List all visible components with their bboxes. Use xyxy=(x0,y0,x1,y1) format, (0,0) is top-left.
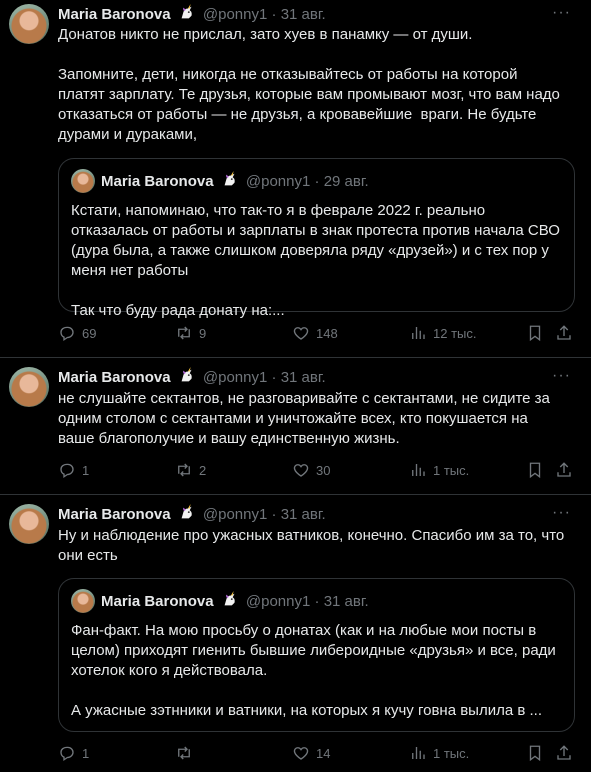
quoted-author-handle: @ponny1 xyxy=(245,593,311,610)
like-button[interactable]: 30 xyxy=(292,461,330,479)
tweet-date[interactable]: 31 авг. xyxy=(281,506,326,523)
quoted-text: Фан-факт. На мою просьбу о донатах (как … xyxy=(71,622,556,719)
tweet-date[interactable]: 31 авг. xyxy=(281,6,326,23)
author-handle[interactable]: @ponny1 xyxy=(203,369,267,386)
more-icon[interactable]: ··· xyxy=(552,4,571,22)
unicorn-emoji-icon xyxy=(181,4,192,19)
share-icon xyxy=(557,462,571,477)
tweet-header: Maria Baronova @ponny1 · 31 авг. xyxy=(58,504,326,525)
views-count: 1 тыс. xyxy=(433,462,470,478)
reply-button[interactable]: 1 xyxy=(58,744,89,762)
repost-button[interactable]: 9 xyxy=(175,324,206,342)
reply-button[interactable]: 1 xyxy=(58,461,89,479)
action-bar: 69 9 148 12 тыс. xyxy=(58,324,574,344)
quoted-tweet-header: Maria Baronova @ponny1 · 29 авг. xyxy=(71,169,369,193)
repost-icon xyxy=(178,326,190,340)
reply-count: 1 xyxy=(82,462,90,478)
unicorn-emoji-icon xyxy=(181,504,192,519)
separator-dot: · xyxy=(271,506,277,523)
repost-count: 9 xyxy=(199,325,207,341)
quoted-text: Кстати, напоминаю, что так-то я в феврал… xyxy=(71,202,560,319)
more-icon[interactable]: ··· xyxy=(552,504,571,522)
quoted-tweet[interactable]: Maria Baronova @ponny1 · 29 авг. Кстати,… xyxy=(58,158,575,319)
like-count: 14 xyxy=(316,745,331,761)
repost-icon xyxy=(178,746,190,760)
like-count: 148 xyxy=(316,325,338,341)
author-name[interactable]: Maria Baronova xyxy=(58,369,171,386)
tweet-text: не слушайте сектантов, не разговаривайте… xyxy=(58,390,555,447)
tweet-header: Maria Baronova @ponny1 · 31 авг. xyxy=(58,367,326,388)
unicorn-emoji-icon xyxy=(224,171,235,186)
bookmark-button[interactable] xyxy=(526,324,550,342)
share-button[interactable] xyxy=(555,461,579,479)
quoted-author-handle: @ponny1 xyxy=(245,173,311,190)
quoted-date: 29 авг. xyxy=(323,173,369,190)
separator-dot: · xyxy=(314,173,320,190)
reply-icon xyxy=(60,463,74,479)
reply-icon xyxy=(60,326,74,342)
views-icon xyxy=(412,747,425,759)
action-bar: 1 2 30 1 тыс. xyxy=(58,461,574,481)
tweet-header: Maria Baronova @ponny1 · 31 авг. xyxy=(58,4,326,25)
repost-button[interactable]: 2 xyxy=(175,461,206,479)
tweet-date[interactable]: 31 авг. xyxy=(281,369,326,386)
more-icon[interactable]: ··· xyxy=(552,367,571,385)
bookmark-icon xyxy=(529,745,541,762)
reply-button[interactable]: 69 xyxy=(58,324,96,342)
quoted-avatar xyxy=(71,589,95,613)
separator-dot: · xyxy=(314,593,320,610)
heart-icon xyxy=(293,464,309,477)
quoted-tweet[interactable]: Maria Baronova @ponny1 · 31 авг. Фан-фак… xyxy=(58,578,575,732)
views-count: 1 тыс. xyxy=(433,745,470,761)
repost-count: 2 xyxy=(199,462,207,478)
unicorn-emoji-icon xyxy=(181,367,192,382)
views-button[interactable]: 12 тыс. xyxy=(409,324,476,342)
action-bar: 1 14 1 тыс. xyxy=(58,744,574,764)
bookmark-button[interactable] xyxy=(526,744,550,762)
quoted-author-name: Maria Baronova xyxy=(101,593,214,610)
bookmark-icon xyxy=(529,462,541,479)
tweet-text: Ну и наблюдение про ужасных ватников, ко… xyxy=(58,527,569,564)
author-handle[interactable]: @ponny1 xyxy=(203,506,267,523)
views-count: 12 тыс. xyxy=(433,325,477,341)
bookmark-button[interactable] xyxy=(526,461,550,479)
share-button[interactable] xyxy=(555,744,579,762)
like-count: 30 xyxy=(316,462,331,478)
divider xyxy=(0,494,591,495)
reply-icon xyxy=(60,746,74,762)
views-button[interactable]: 1 тыс. xyxy=(409,461,469,479)
quoted-tweet-header: Maria Baronova @ponny1 · 31 авг. xyxy=(71,589,369,613)
author-handle[interactable]: @ponny1 xyxy=(203,6,267,23)
share-button[interactable] xyxy=(555,324,579,342)
quoted-date: 31 авг. xyxy=(323,593,369,610)
reply-count: 69 xyxy=(82,325,97,341)
reply-count: 1 xyxy=(82,745,90,761)
unicorn-emoji-icon xyxy=(224,591,235,606)
avatar[interactable] xyxy=(9,4,49,44)
heart-icon xyxy=(293,327,309,340)
heart-icon xyxy=(293,747,309,760)
quoted-avatar xyxy=(71,169,95,193)
like-button[interactable]: 14 xyxy=(292,744,330,762)
avatar[interactable] xyxy=(9,504,49,544)
share-icon xyxy=(557,325,571,340)
tweet-text: Донатов никто не прислал, зато хуев в па… xyxy=(58,26,560,143)
repost-button[interactable] xyxy=(175,744,199,762)
separator-dot: · xyxy=(271,369,277,386)
like-button[interactable]: 148 xyxy=(292,324,338,342)
bookmark-icon xyxy=(529,325,541,342)
repost-icon xyxy=(178,463,190,477)
separator-dot: · xyxy=(271,6,277,23)
quoted-author-name: Maria Baronova xyxy=(101,173,214,190)
avatar[interactable] xyxy=(9,367,49,407)
views-icon xyxy=(412,327,425,339)
share-icon xyxy=(557,745,571,760)
views-icon xyxy=(412,464,425,476)
author-name[interactable]: Maria Baronova xyxy=(58,506,171,523)
author-name[interactable]: Maria Baronova xyxy=(58,6,171,23)
views-button[interactable]: 1 тыс. xyxy=(409,744,469,762)
divider xyxy=(0,357,591,358)
